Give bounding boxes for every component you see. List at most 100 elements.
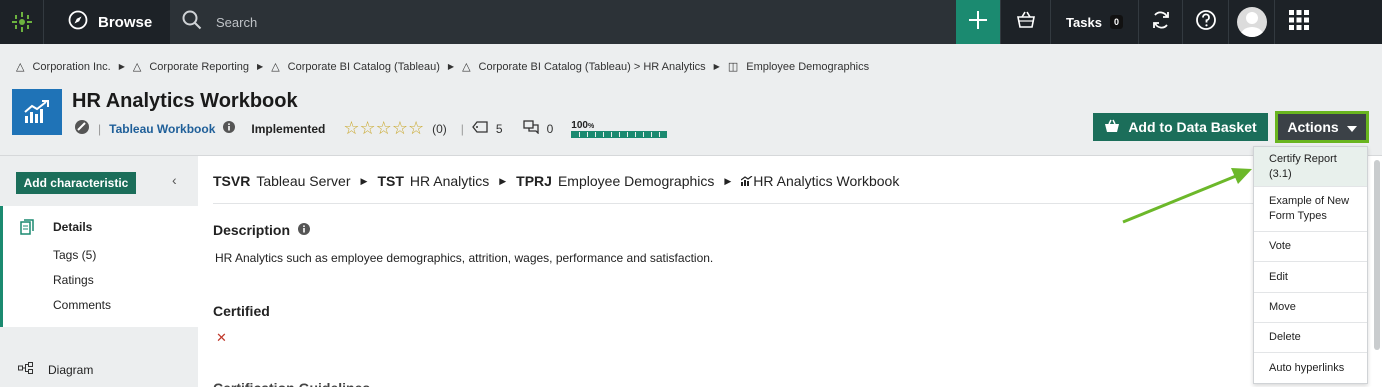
domain-icon: △ — [271, 61, 280, 73]
sidebar-item-tags[interactable]: Tags (5) — [53, 248, 96, 262]
search-icon — [182, 10, 202, 35]
path-code: TST — [377, 173, 404, 189]
info-icon[interactable] — [298, 222, 311, 238]
false-x-icon[interactable]: ✕ — [216, 330, 227, 346]
community-icon: △ — [132, 61, 142, 73]
menu-item-edit[interactable]: Edit — [1254, 262, 1367, 293]
breadcrumb-item[interactable]: Corporate BI Catalog (Tableau) — [288, 61, 440, 73]
main-content: TSVR Tableau Server ▶ TST HR Analytics ▶… — [198, 156, 1382, 387]
rating-stars[interactable]: ☆☆☆☆☆ — [343, 118, 424, 139]
star-icon[interactable]: ☆ — [360, 118, 376, 138]
tableau-leaf-icon — [74, 119, 90, 138]
tag-icon[interactable] — [472, 121, 488, 136]
menu-item-certify-report[interactable]: Certify Report (3.1) — [1254, 147, 1367, 187]
add-to-data-basket-button[interactable]: Add to Data Basket — [1093, 113, 1268, 141]
asset-path: TSVR Tableau Server ▶ TST HR Analytics ▶… — [213, 173, 899, 189]
app-logo-icon[interactable] — [0, 0, 44, 44]
sidebar-item-diagram[interactable]: Diagram — [18, 362, 93, 377]
breadcrumb-item[interactable]: Corporation Inc. — [32, 61, 110, 73]
sidebar-item-comments[interactable]: Comments — [53, 298, 111, 312]
help-icon — [1195, 9, 1217, 36]
info-icon[interactable] — [223, 121, 236, 136]
top-navigation-bar: Browse Tasks 0 — [0, 0, 1382, 44]
tasks-label: Tasks — [1066, 14, 1102, 30]
data-basket-button[interactable] — [1000, 0, 1050, 44]
breadcrumb-item[interactable]: Corporate BI Catalog (Tableau) > HR Anal… — [479, 61, 706, 73]
path-item[interactable]: Tableau Server — [256, 173, 350, 189]
star-icon[interactable]: ☆ — [408, 118, 424, 138]
sidebar: Add characteristic ‹ Details Tags (5) Ra… — [0, 156, 198, 387]
description-text[interactable]: HR Analytics such as employee demographi… — [215, 251, 713, 265]
help-button[interactable] — [1182, 0, 1228, 44]
diagram-icon — [18, 362, 34, 377]
actions-label: Actions — [1287, 119, 1339, 135]
menu-item-example-new-form-types[interactable]: Example of New Form Types — [1254, 187, 1367, 232]
path-item[interactable]: HR Analytics — [410, 173, 489, 189]
meta-divider: | — [460, 121, 464, 136]
menu-item-auto-hyperlinks[interactable]: Auto hyperlinks — [1254, 353, 1367, 383]
next-attribute-heading: Certification Guidelines — [213, 380, 370, 387]
community-icon: △ — [16, 61, 25, 73]
browse-label: Browse — [98, 13, 153, 31]
plus-icon — [967, 9, 989, 36]
asset-meta-row: | Tableau Workbook Implemented ☆☆☆☆☆ (0)… — [74, 118, 668, 139]
search-bar[interactable] — [170, 0, 956, 44]
comments-icon[interactable] — [522, 120, 539, 137]
breadcrumb: △ Corporation Inc. ▶ △ Corporate Reporti… — [16, 60, 869, 74]
browse-button[interactable]: Browse — [44, 0, 170, 44]
sidebar-item-ratings[interactable]: Ratings — [53, 273, 94, 287]
menu-item-vote[interactable]: Vote — [1254, 232, 1367, 262]
certified-heading: Certified — [213, 303, 270, 319]
meta-divider: | — [98, 121, 102, 136]
sidebar-details-section: Details Tags (5) Ratings Comments — [0, 206, 198, 327]
create-button[interactable] — [956, 0, 1000, 44]
sync-icon — [1150, 9, 1172, 36]
path-item[interactable]: Employee Demographics — [558, 173, 714, 189]
menu-item-move[interactable]: Move — [1254, 293, 1367, 323]
path-code: TPRJ — [516, 173, 552, 189]
add-characteristic-button[interactable]: Add characteristic — [16, 172, 136, 194]
add-to-data-basket-label: Add to Data Basket — [1128, 119, 1257, 135]
basket-icon — [1016, 11, 1036, 34]
actions-menu-button[interactable]: Actions — [1275, 111, 1369, 143]
diagram-label: Diagram — [48, 362, 94, 377]
breadcrumb-separator-icon: ▶ — [713, 62, 720, 71]
path-separator-icon: ▶ — [360, 175, 368, 186]
completeness-progress-bar — [571, 130, 668, 138]
workbook-chart-icon — [12, 89, 62, 135]
star-icon[interactable]: ☆ — [392, 118, 408, 138]
path-separator-icon: ▶ — [724, 175, 732, 186]
apps-grid-button[interactable] — [1274, 0, 1322, 44]
breadcrumb-separator-icon: ▶ — [447, 62, 455, 71]
path-separator-icon: ▶ — [499, 175, 507, 186]
compass-icon — [68, 10, 88, 34]
tasks-button[interactable]: Tasks 0 — [1050, 0, 1138, 44]
description-heading-label: Description — [213, 222, 291, 238]
status-badge: Implemented — [251, 121, 326, 136]
sync-button[interactable] — [1138, 0, 1182, 44]
tasks-count-badge: 0 — [1109, 15, 1123, 29]
breadcrumb-separator-icon: ▶ — [257, 62, 264, 71]
avatar-icon — [1236, 7, 1267, 37]
rating-count: (0) — [432, 121, 447, 136]
comments-count: 0 — [546, 121, 554, 136]
sidebar-item-details[interactable]: Details — [53, 220, 92, 234]
description-heading: Description — [213, 222, 311, 238]
basket-icon — [1104, 119, 1120, 136]
collapse-sidebar-icon[interactable]: ‹ — [172, 172, 177, 188]
asset-type-link[interactable]: Tableau Workbook — [109, 122, 215, 136]
breadcrumb-item[interactable]: Corporate Reporting — [149, 61, 249, 73]
scrollbar[interactable] — [1374, 160, 1380, 350]
menu-item-delete[interactable]: Delete — [1254, 323, 1367, 353]
path-code: TSVR — [213, 173, 251, 189]
breadcrumb-item[interactable]: Employee Demographics — [746, 61, 869, 73]
caret-down-icon — [1346, 119, 1357, 135]
actions-dropdown-menu: Certify Report (3.1) Example of New Form… — [1253, 146, 1368, 384]
details-document-icon — [20, 219, 34, 240]
star-icon[interactable]: ☆ — [376, 118, 392, 138]
domain-icon: △ — [462, 61, 471, 73]
user-menu-button[interactable] — [1228, 0, 1274, 44]
search-input[interactable] — [216, 14, 816, 30]
star-icon[interactable]: ☆ — [343, 118, 359, 138]
completeness-value: 100% — [571, 119, 595, 131]
